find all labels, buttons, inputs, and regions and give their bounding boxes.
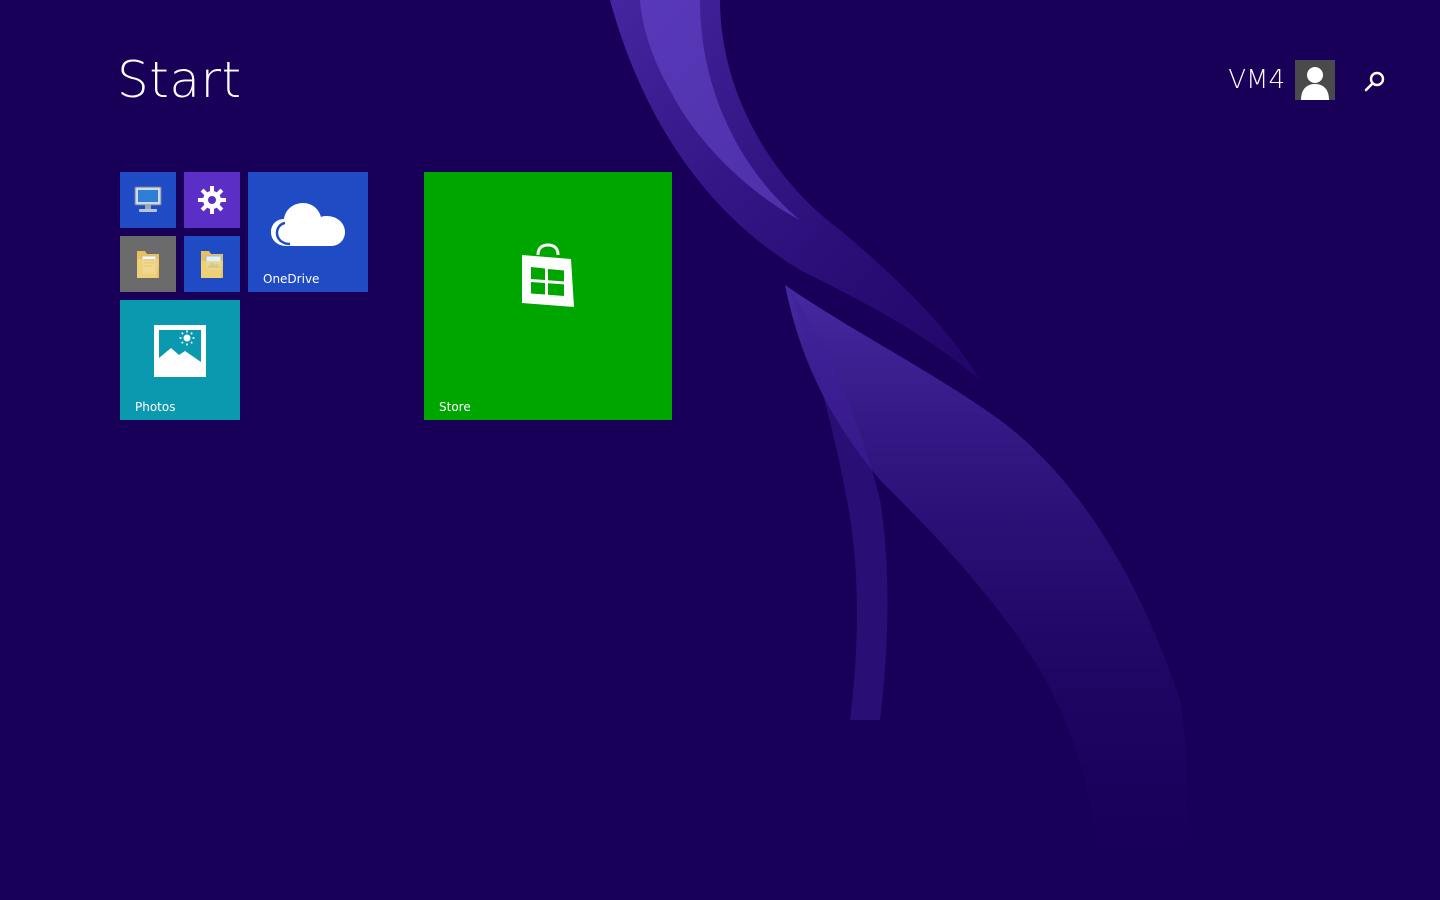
photo-icon [152,324,208,378]
tile-label-store: Store [439,400,471,414]
user-name: VM4 [1228,65,1285,95]
user-account-button[interactable]: VM4 [1228,60,1335,100]
tile-label-photos: Photos [135,400,176,414]
store-bag-icon [518,242,578,310]
user-silhouette-icon [1295,60,1335,100]
documents-folder-icon [120,236,176,292]
cloud-icon [266,196,350,252]
tile-documents[interactable] [120,236,176,292]
background-swirl [610,0,1188,900]
computer-icon [120,172,176,228]
search-icon [1364,71,1385,92]
tile-pictures[interactable] [184,236,240,292]
gear-icon [184,172,240,228]
tile-photos[interactable]: Photos [120,300,240,420]
tile-store[interactable]: Store [424,172,672,420]
search-button[interactable] [1360,68,1388,96]
pictures-folder-icon [184,236,240,292]
page-title: Start [117,51,242,109]
tile-label-onedrive: OneDrive [263,272,320,286]
start-screen: Start VM4 OneDrive Photos Store [0,0,1440,900]
tile-this-pc[interactable] [120,172,176,228]
tile-pc-settings[interactable] [184,172,240,228]
tile-onedrive[interactable]: OneDrive [248,172,368,292]
